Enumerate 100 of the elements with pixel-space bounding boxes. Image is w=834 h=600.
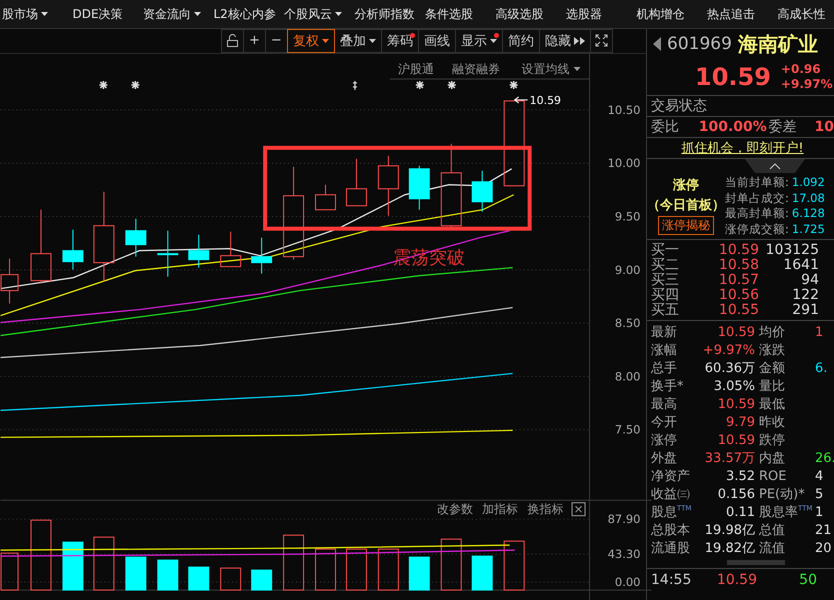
stat-label: 昨收	[758, 414, 786, 431]
bid-volume: 291	[791, 303, 819, 318]
toolbar-button[interactable]: 叠加	[334, 29, 382, 53]
bid-label: 买四	[651, 288, 680, 303]
price-change: +0.96	[780, 62, 822, 77]
limit-up-subtitle: （今日首板）	[647, 197, 725, 214]
menu-item[interactable]: 热点追击	[705, 6, 776, 22]
price-axis-label: 10.50	[608, 102, 640, 117]
lock-icon[interactable]	[226, 34, 239, 48]
chart-link[interactable]: 沪股通	[398, 62, 434, 76]
price-axis-label: 8.50	[614, 316, 640, 330]
ratio-label: 委比	[651, 118, 680, 136]
menu-item[interactable]: DDE决策	[70, 6, 141, 22]
price-axis-label: 9.50	[614, 209, 640, 224]
stat-label: 跌停	[758, 432, 786, 449]
volume-bar	[472, 556, 493, 591]
stat-label: ROE	[758, 468, 788, 484]
candlestick	[251, 237, 272, 274]
stat-value: 1.725	[792, 222, 825, 237]
stat-value: 10.59	[716, 324, 755, 340]
bid-volume: 94	[800, 273, 819, 288]
stat-value: 20	[815, 540, 833, 556]
volume-bar	[125, 556, 146, 591]
menu-item[interactable]: 高成长性	[776, 6, 834, 22]
menu-item[interactable]: 高级选股	[494, 6, 564, 22]
volume-bar	[378, 548, 399, 591]
price-axis-label: 8.00	[614, 369, 640, 384]
caret-icon	[368, 38, 376, 43]
volume-bar	[62, 542, 84, 591]
double-arrow-icon	[574, 36, 585, 45]
limit-up-button[interactable]: 涨停揭秘	[658, 216, 714, 235]
candlestick	[188, 234, 210, 268]
menu-item[interactable]: 资金流向	[141, 6, 212, 22]
indicator-link[interactable]: 加指标	[482, 502, 518, 516]
menu-item[interactable]: 分析师指数	[352, 6, 423, 22]
stat-value: 10.59	[716, 396, 755, 412]
tick-volume: 50	[798, 572, 817, 588]
volume-axis-label: 0.00	[614, 575, 640, 590]
stat-label: 内盘	[758, 450, 786, 467]
arrow-icon	[514, 96, 528, 104]
stat-label: 流通股	[651, 540, 691, 557]
stat-value: 0.156	[716, 486, 755, 502]
asterisk-icon	[447, 80, 457, 90]
menu-item[interactable]: 机构增仓	[634, 6, 705, 22]
stat-value: 1.092	[792, 175, 825, 190]
toolbar-button[interactable]: 筹码	[380, 29, 419, 53]
volume-bar	[0, 552, 19, 591]
limit-up-title: 涨停	[673, 177, 699, 194]
stat-value: 1	[815, 504, 824, 520]
caret-icon	[490, 38, 497, 43]
bid-price: 10.58	[718, 258, 759, 273]
back-arrow-icon[interactable]	[653, 37, 661, 51]
bid-price: 10.57	[718, 273, 759, 288]
stat-value: 17.08	[792, 190, 825, 206]
close-icon[interactable]	[572, 502, 586, 516]
stat-value: 33.57万	[704, 450, 755, 467]
stat-label: 封单占成交:	[725, 190, 789, 206]
status-label: 交易状态	[651, 97, 707, 115]
stat-value: 3.52	[725, 468, 755, 484]
stat-value: 19.98亿	[704, 522, 755, 539]
chart-link[interactable]: 融资融券	[452, 62, 500, 76]
toolbar-button[interactable]: 画线	[418, 29, 456, 53]
bid-label: 买一	[651, 243, 680, 258]
marker-icon	[352, 80, 358, 90]
volume-bar	[157, 560, 178, 591]
bid-label: 买三	[651, 273, 680, 288]
menu-item[interactable]: 股市场	[0, 6, 70, 22]
volume-bar	[283, 534, 304, 591]
toolbar-button[interactable]: −	[264, 29, 288, 53]
stat-label: 今开	[651, 414, 678, 431]
price-axis-label: 7.50	[614, 422, 640, 437]
bid-price: 10.55	[718, 303, 759, 318]
toolbar-button[interactable]: 隐藏	[538, 29, 591, 53]
toolbar-button[interactable]: +	[243, 29, 266, 53]
caret-icon	[194, 12, 201, 16]
stat-label: 最低	[758, 396, 786, 413]
menu-item[interactable]: 个股风云	[282, 6, 352, 22]
menu-item[interactable]: 选股器	[564, 6, 634, 22]
stat-value: 1	[815, 324, 824, 340]
indicator-link[interactable]: 换指标	[528, 502, 564, 516]
stat-label: 净资产	[651, 468, 691, 485]
candlestick	[125, 218, 146, 258]
menu-item[interactable]: L2核心内参	[212, 6, 282, 22]
volume-bar	[251, 570, 272, 591]
stat-label: 涨幅	[651, 342, 678, 359]
menu-item[interactable]: 条件选股	[423, 6, 494, 22]
stat-value: 60.36万	[704, 360, 755, 377]
toolbar-button[interactable]: 简约	[502, 29, 540, 53]
chart-link[interactable]: 设置均线	[522, 62, 581, 76]
current-price: 10.59	[695, 63, 771, 91]
volume-bar	[93, 536, 114, 591]
fullscreen-icon[interactable]	[594, 34, 608, 48]
volume-bar	[220, 568, 242, 591]
stat-label: 股息$^{TTM}$	[651, 504, 692, 521]
indicator-link[interactable]: 改参数	[436, 502, 473, 516]
tick-price: 10.59	[716, 572, 757, 588]
scroll-handle[interactable]	[727, 560, 785, 565]
toolbar-button[interactable]: 复权	[286, 29, 335, 53]
bid-price: 10.59	[718, 243, 759, 258]
toolbar-button[interactable]: 显示	[454, 29, 503, 53]
